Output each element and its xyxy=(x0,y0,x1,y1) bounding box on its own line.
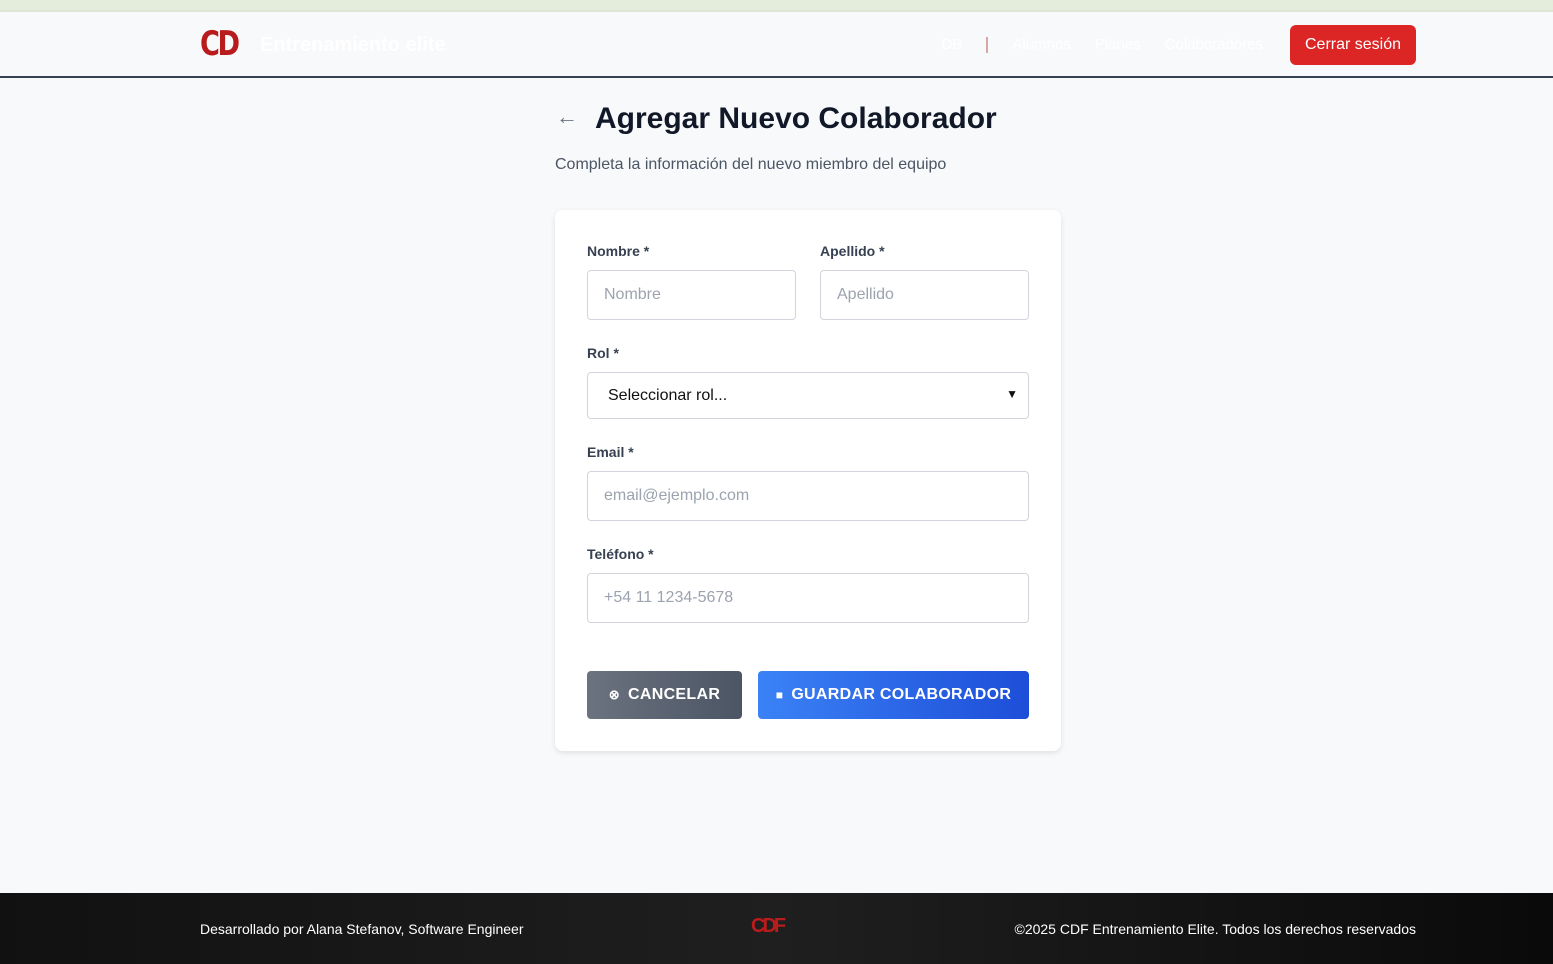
nombre-label: Nombre * xyxy=(587,243,650,259)
nav-db[interactable]: DB xyxy=(942,36,963,53)
apellido-input[interactable]: Apellido xyxy=(820,270,1029,320)
nav-alumnos[interactable]: Alumnos xyxy=(1012,36,1070,53)
telefono-label: Teléfono * xyxy=(587,546,654,562)
footer-credit: Desarrollado por Alana Stefanov, Softwar… xyxy=(200,921,524,937)
chevron-down-icon: ▼ xyxy=(1006,387,1018,401)
header: CD Entrenamiento elite DB Alumnos Planes… xyxy=(0,12,1553,78)
logout-button[interactable]: Cerrar sesión xyxy=(1290,25,1416,65)
nav-planes[interactable]: Planes xyxy=(1095,36,1141,53)
footer: Desarrollado por Alana Stefanov, Softwar… xyxy=(0,893,1553,964)
apellido-label: Apellido * xyxy=(820,243,885,259)
nav-separator xyxy=(986,36,989,53)
nav: DB Alumnos Planes Colaboradores xyxy=(942,36,1263,53)
rol-label: Rol * xyxy=(587,345,619,361)
back-arrow-icon[interactable]: ← xyxy=(556,104,578,130)
save-button[interactable]: ■ GUARDAR COLABORADOR xyxy=(758,671,1029,719)
save-icon: ■ xyxy=(775,688,784,702)
form-card: Nombre * Nombre Apellido * Apellido Rol … xyxy=(555,210,1061,751)
nombre-input[interactable]: Nombre xyxy=(587,270,796,320)
cancel-button[interactable]: ⊗ CANCELAR xyxy=(587,671,742,719)
footer-logo: CDF xyxy=(751,915,786,937)
brand-name[interactable]: Entrenamiento elite xyxy=(260,34,446,57)
page-subtitle: Completa la información del nuevo miembr… xyxy=(555,156,947,173)
email-input[interactable]: email@ejemplo.com xyxy=(587,471,1029,521)
top-strip xyxy=(0,0,1553,12)
rol-value: Seleccionar rol... xyxy=(608,387,728,404)
footer-copyright: ©2025 CDF Entrenamiento Elite. Todos los… xyxy=(1014,921,1417,937)
cancel-label: CANCELAR xyxy=(628,686,721,703)
logo[interactable]: CD xyxy=(200,24,240,64)
rol-select[interactable]: Seleccionar rol... ▼ xyxy=(587,372,1029,419)
save-label: GUARDAR COLABORADOR xyxy=(791,686,1012,703)
page-title: Agregar Nuevo Colaborador xyxy=(595,102,997,135)
nav-colaboradores[interactable]: Colaboradores xyxy=(1165,36,1263,53)
email-label: Email * xyxy=(587,444,634,460)
cancel-icon: ⊗ xyxy=(608,687,620,702)
telefono-input[interactable]: +54 11 1234-5678 xyxy=(587,573,1029,623)
